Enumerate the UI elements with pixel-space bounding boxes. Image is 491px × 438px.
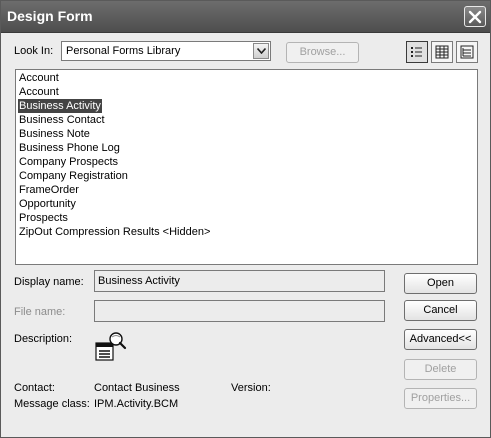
list-item[interactable]: Business Contact <box>18 113 106 127</box>
display-name-value: Business Activity <box>98 275 180 287</box>
large-icons-view-button[interactable] <box>406 41 428 63</box>
forms-list[interactable]: Account Account Business Activity Busine… <box>15 69 478 265</box>
list-item[interactable]: Account <box>18 85 60 99</box>
look-in-value: Personal Forms Library <box>66 45 181 57</box>
message-class-label: Message class: <box>14 398 90 410</box>
browse-button[interactable]: Browse... <box>286 42 359 63</box>
large-icons-view-icon <box>411 47 422 57</box>
window-title: Design Form <box>7 8 93 24</box>
dropdown-arrow-button[interactable] <box>253 43 269 59</box>
list-item[interactable]: ZipOut Compression Results <Hidden> <box>18 225 211 239</box>
version-label: Version: <box>231 382 271 394</box>
cancel-button[interactable]: Cancel <box>404 300 477 321</box>
open-button[interactable]: Open <box>404 273 477 294</box>
close-icon <box>468 10 482 24</box>
look-in-dropdown[interactable]: Personal Forms Library <box>61 41 271 61</box>
chevron-down-icon <box>257 48 266 54</box>
list-view-button[interactable] <box>431 41 453 63</box>
list-item[interactable]: Company Prospects <box>18 155 119 169</box>
description-label: Description: <box>14 333 73 345</box>
list-item[interactable]: Company Registration <box>18 169 129 183</box>
file-name-field <box>94 300 385 322</box>
list-item-selected[interactable]: Business Activity <box>18 99 102 113</box>
contact-label: Contact: <box>14 382 55 394</box>
list-item[interactable]: Opportunity <box>18 197 77 211</box>
design-form-dialog: Design Form Look In: Personal Forms Libr… <box>0 0 491 438</box>
list-view-icon <box>435 45 449 59</box>
close-button[interactable] <box>464 6 486 27</box>
delete-button[interactable]: Delete <box>404 359 477 380</box>
message-class-value: IPM.Activity.BCM <box>94 398 179 410</box>
look-in-label: Look In: <box>14 45 54 57</box>
display-name-label: Display name: <box>14 276 84 288</box>
contact-value: Contact Business <box>94 382 180 394</box>
details-view-button[interactable] <box>456 41 478 63</box>
advanced-button[interactable]: Advanced<< <box>404 329 477 350</box>
form-icon <box>95 332 127 361</box>
list-item[interactable]: Business Phone Log <box>18 141 121 155</box>
details-view-icon <box>460 45 474 59</box>
list-item[interactable]: Prospects <box>18 211 69 225</box>
display-name-field: Business Activity <box>94 270 385 292</box>
title-bar: Design Form <box>1 1 490 33</box>
list-item[interactable]: Account <box>18 71 60 85</box>
file-name-label: File name: <box>14 306 66 318</box>
list-item[interactable]: Business Note <box>18 127 91 141</box>
properties-button[interactable]: Properties... <box>404 388 477 409</box>
list-item[interactable]: FrameOrder <box>18 183 80 197</box>
